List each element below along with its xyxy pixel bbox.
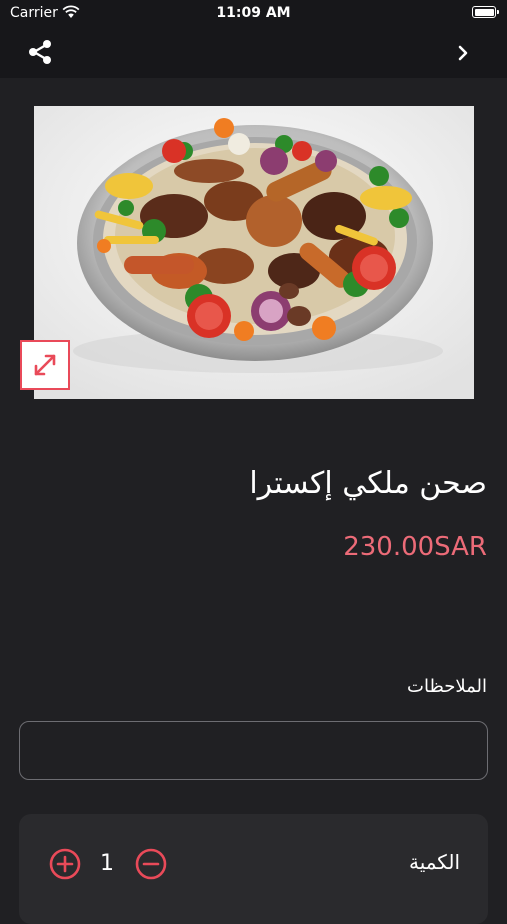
product-image	[34, 106, 474, 399]
food-platter-image	[34, 106, 474, 399]
status-bar: Carrier 11:09 AM	[0, 0, 507, 28]
battery-icon	[472, 6, 499, 18]
chevron-right-icon[interactable]	[450, 40, 476, 66]
share-icon[interactable]	[26, 38, 54, 66]
navigation-bar	[0, 28, 507, 78]
product-name: صحن ملكي إكسترا	[249, 466, 487, 501]
quantity-card: 1 الكمية	[19, 814, 488, 924]
plus-circle-icon[interactable]	[49, 848, 81, 880]
minus-circle-icon[interactable]	[135, 848, 167, 880]
clock-label: 11:09 AM	[216, 5, 291, 21]
quantity-value: 1	[100, 851, 114, 876]
quantity-label: الكمية	[408, 850, 460, 874]
expand-icon	[34, 354, 56, 376]
notes-label: الملاحظات	[407, 676, 487, 697]
expand-image-button[interactable]	[20, 340, 70, 390]
notes-input[interactable]	[19, 721, 488, 780]
product-price: 230.00SAR	[343, 532, 487, 562]
